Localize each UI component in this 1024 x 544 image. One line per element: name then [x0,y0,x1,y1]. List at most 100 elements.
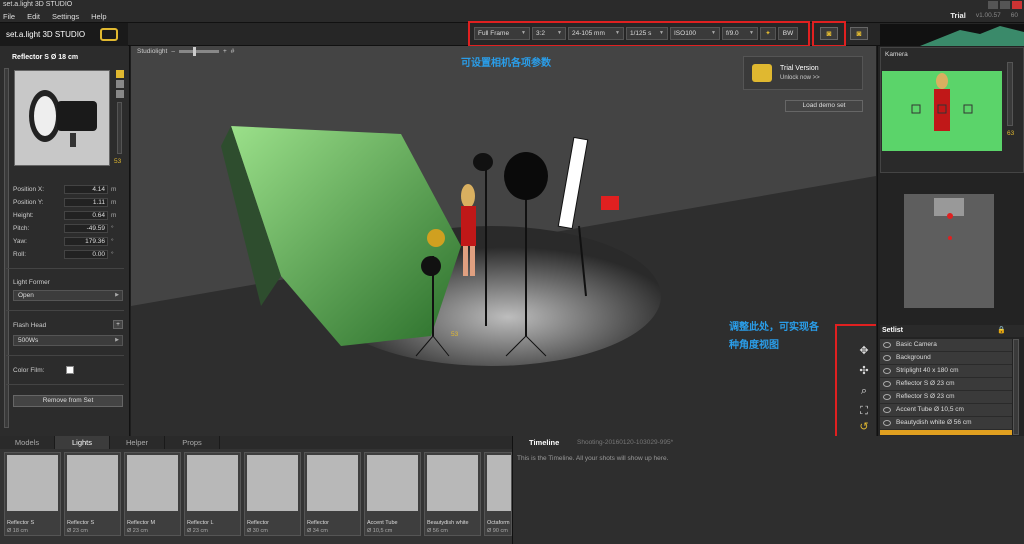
library-item-size: Ø 23 cm [187,528,208,534]
flash-head-add-button[interactable]: + [113,320,123,329]
eye-icon[interactable] [883,407,891,413]
unlock-now-link[interactable]: Unlock now >> [780,75,820,81]
reset-view-icon[interactable]: ↺ [855,420,873,434]
library-item[interactable]: Octaform Ø 90 cm [484,452,512,536]
prop-label-height: Height: [13,212,34,219]
logo-text: set.a.light 3D STUDIO [6,30,86,39]
power-slider[interactable] [117,102,122,154]
lock-icon[interactable]: 🔒 [997,325,1006,337]
roll-unit: ° [111,251,114,258]
setlist-item[interactable]: Striplight 40 x 180 cm [880,365,1012,378]
menu-edit[interactable]: Edit [27,12,40,21]
divider [6,355,124,356]
library-item-name: Reflector S [67,520,95,526]
flash-head-select[interactable]: 500Ws ▶ [13,335,123,346]
setlist-item[interactable]: Basic Camera [880,339,1012,352]
camera-preview-image[interactable] [882,71,1002,151]
library-item-name: Octaform [487,520,510,526]
reflector-icon [187,455,238,511]
library-item-name: Reflector M [127,520,156,526]
panel-scrollbar[interactable] [4,68,9,428]
pos-y-field[interactable]: 1.11 [64,198,108,207]
grid-icon[interactable]: # [231,48,235,55]
close-icon[interactable] [1012,1,1022,9]
light-mode-icon[interactable] [116,80,124,88]
setlist-item-label: Reflector S Ø 23 cm [896,393,955,400]
3d-viewport[interactable]: Studiolight – + # 可设置相机各项参数 调整此处，可实现各 种角… [131,46,876,436]
library-tabs: Models Lights Helper Props [0,436,512,449]
setlist-item-label: Accent Tube Ø 10,5 cm [896,406,964,413]
library-item[interactable]: Accent Tube Ø 10,5 cm [364,452,421,536]
library-item[interactable]: Reflector M Ø 23 cm [124,452,181,536]
fit-view-icon[interactable]: ⛶ [855,404,873,418]
tab-props[interactable]: Props [165,436,220,449]
library-item[interactable]: Reflector Ø 30 cm [244,452,301,536]
light-preview-image [14,70,110,166]
chevron-right-icon: ▶ [115,292,119,298]
minimize-icon[interactable] [988,1,998,9]
setlist-title: Setlist [882,327,904,334]
load-demo-set-button[interactable]: Load demo set [785,100,863,112]
library-item[interactable]: Reflector S Ø 18 cm [4,452,61,536]
eye-icon[interactable] [883,368,891,374]
eye-icon[interactable] [883,342,891,348]
light-former-select[interactable]: Open ▶ [13,290,123,301]
plus-icon[interactable]: + [223,48,227,55]
setlist-item[interactable]: Reflector S Ø 23 cm [880,391,1012,404]
eye-icon[interactable] [883,420,891,426]
studiolight-slider[interactable] [178,47,219,56]
menu-file[interactable]: File [3,12,15,21]
live-camera-button[interactable]: ◙ [850,27,868,40]
pitch-field[interactable]: -49.59 [64,224,108,233]
library-item[interactable]: Reflector Ø 34 cm [304,452,361,536]
timeline-shooting-name[interactable]: Shooting-20160120-103029-995* [577,439,673,446]
tab-models[interactable]: Models [0,436,55,449]
roll-field[interactable]: 0.00 [64,250,108,259]
color-film-swatch[interactable] [66,366,74,374]
kamera-scrollbar[interactable] [1007,62,1013,126]
setlist-scrollbar[interactable] [1013,339,1019,435]
version-label: v1.00.57 [975,12,1001,19]
minus-icon[interactable]: – [171,48,175,55]
zoom-icon[interactable]: ⌕ [855,384,873,398]
library-item[interactable]: Beautydish white Ø 56 cm [424,452,481,536]
kamera-level: 63 [1007,130,1015,137]
maximize-icon[interactable] [1000,1,1010,9]
histogram-graph [920,26,1024,46]
eye-icon[interactable] [883,381,891,387]
prop-label-pitch: Pitch: [13,225,30,232]
library-item[interactable]: Reflector L Ø 23 cm [184,452,241,536]
trial-version-card[interactable]: Trial Version Unlock now >> [743,56,863,90]
tab-helper[interactable]: Helper [110,436,165,449]
setlist-item[interactable]: Accent Tube Ø 10,5 cm [880,404,1012,417]
tab-lights[interactable]: Lights [55,436,110,449]
reflector-icon [7,455,58,511]
pan-icon[interactable]: ✣ [855,364,873,378]
divider [6,268,124,269]
library-item-name: Accent Tube [367,520,398,526]
height-field[interactable]: 0.64 [64,211,108,220]
pos-x-field[interactable]: 4.14 [64,185,108,194]
yaw-field[interactable]: 179.36 [64,237,108,246]
setlist-item[interactable]: Background [880,352,1012,365]
library-item-name: Reflector S [7,520,35,526]
eye-icon[interactable] [883,394,891,400]
light-on-icon[interactable] [116,70,124,78]
orbit-icon[interactable]: ✥ [855,344,873,358]
library-item-size: Ø 34 cm [307,528,328,534]
setlist-item-label: Striplight 40 x 180 cm [896,367,959,374]
library-item-size: Ø 18 cm [7,528,28,534]
setlist-item[interactable]: Reflector S Ø 23 cm [880,378,1012,391]
floorplan-map[interactable] [904,194,994,308]
studiolight-control: Studiolight – + # [137,47,235,56]
eye-icon[interactable] [883,355,891,361]
color-film-label: Color Film: [13,367,45,374]
reflector-icon [67,455,118,511]
library-item[interactable]: Reflector S Ø 23 cm [64,452,121,536]
remove-from-set-button[interactable]: Remove from Set [13,395,123,407]
light-auto-icon[interactable] [116,90,124,98]
setlist-item[interactable]: Beautydish white Ø 56 cm [880,417,1012,430]
library-item-name: Reflector [307,520,330,526]
menu-settings[interactable]: Settings [52,12,79,21]
menu-help[interactable]: Help [91,12,106,21]
